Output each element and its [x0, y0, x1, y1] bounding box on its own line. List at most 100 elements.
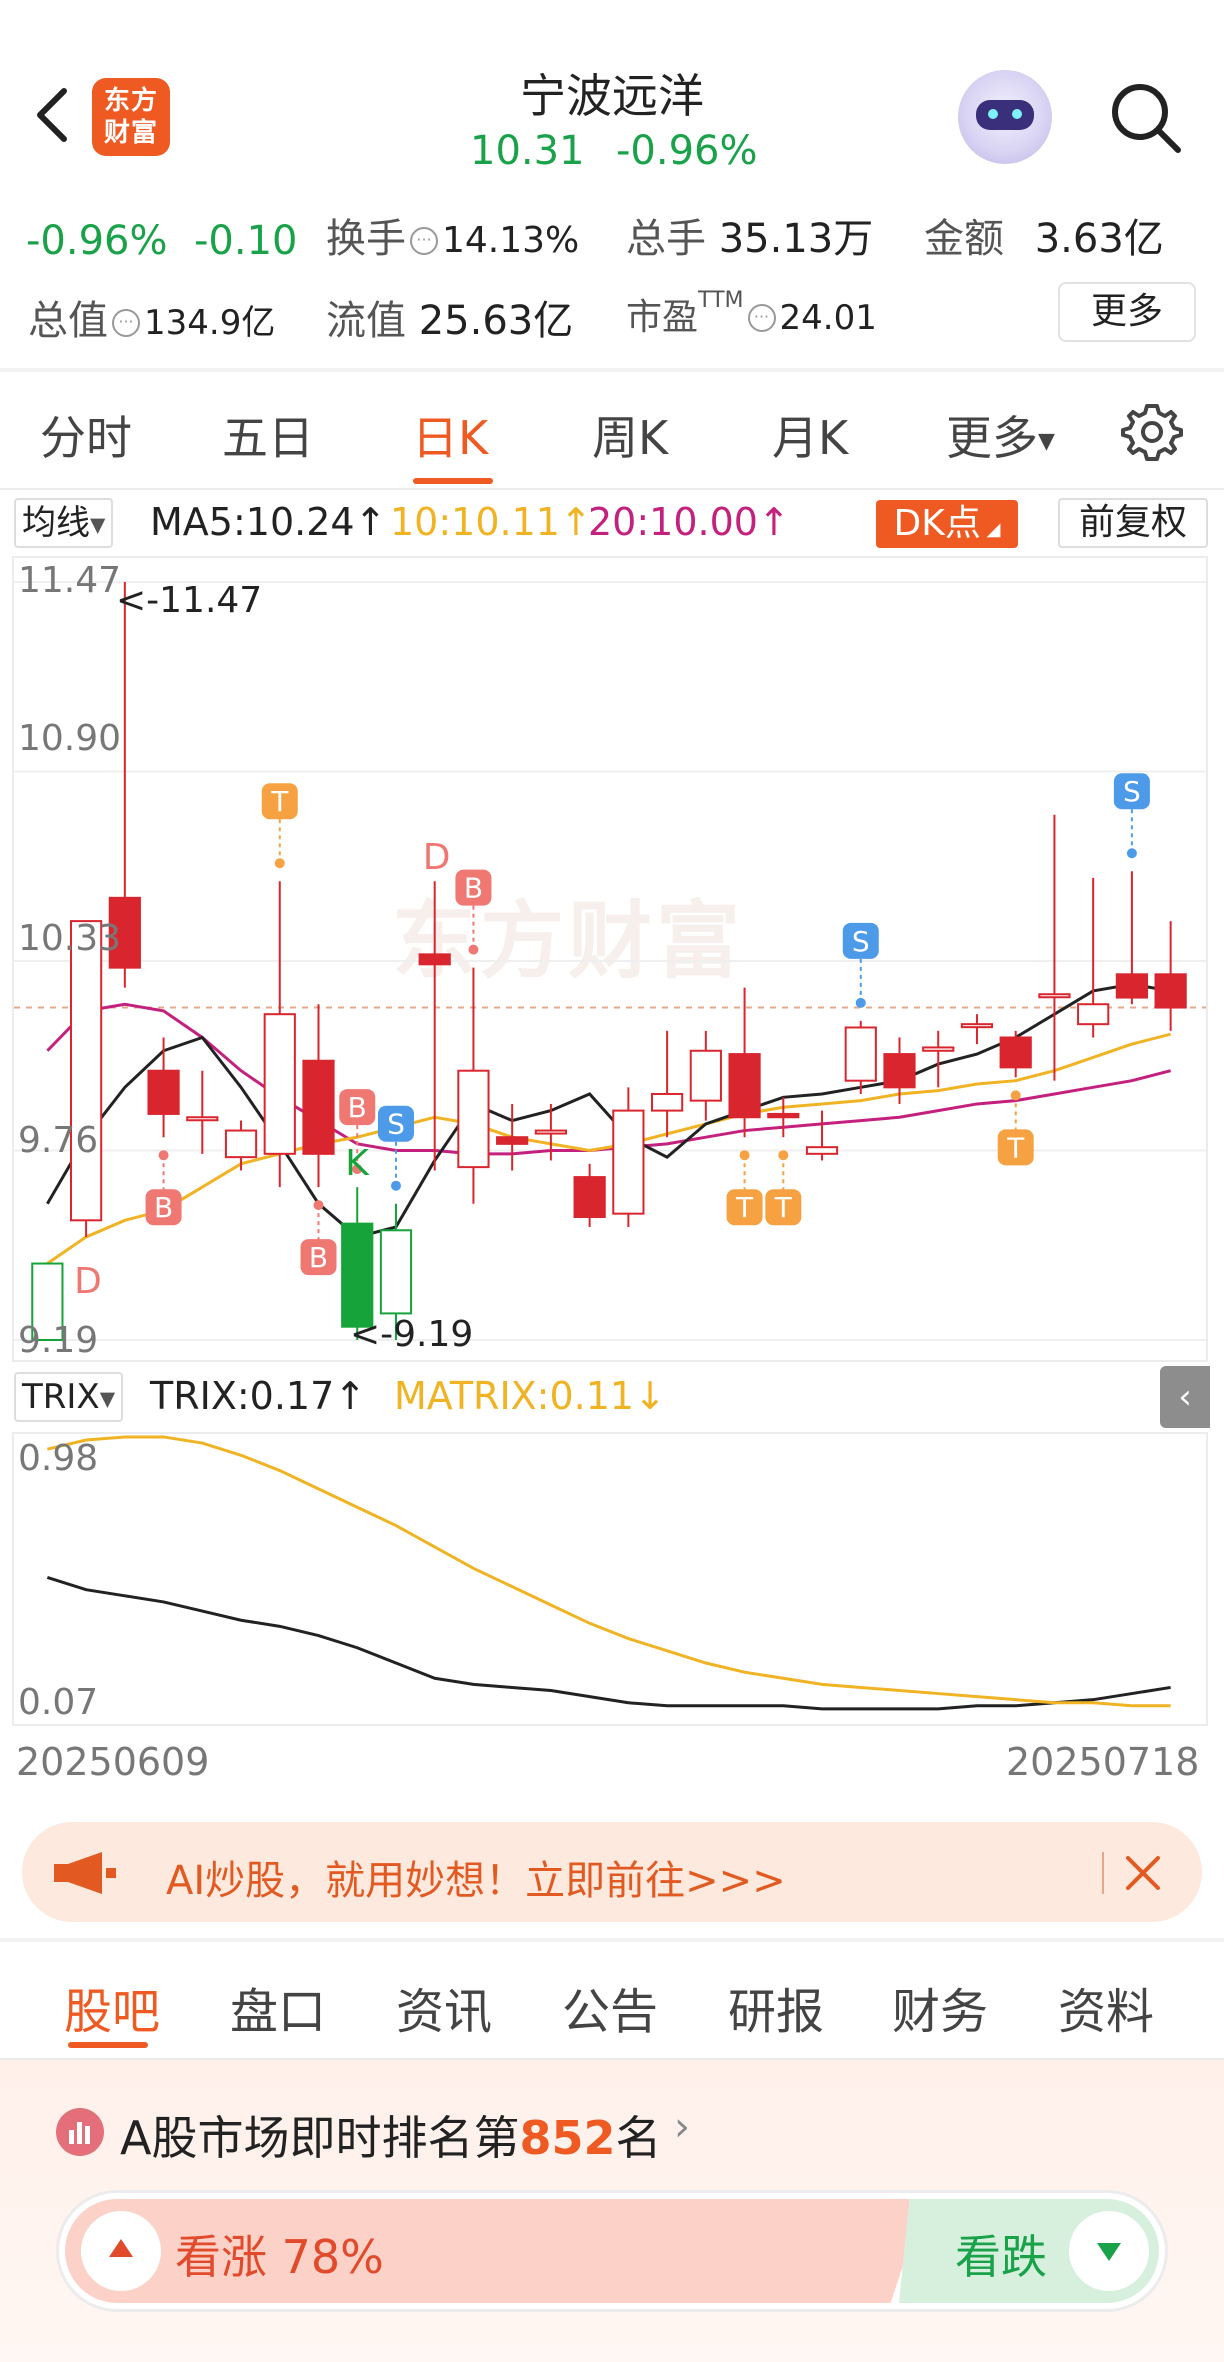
tab-news[interactable]: 资讯 [396, 1972, 492, 2042]
high-price-annotation: <-11.47 [116, 580, 263, 621]
tab-forum[interactable]: 股吧 [64, 1972, 160, 2042]
tab-profile[interactable]: 资料 [1058, 1972, 1154, 2042]
trix-svg [46, 1435, 1171, 1711]
candle-body [573, 1176, 606, 1218]
trix-line [46, 1576, 1171, 1711]
x-axis-start-date: 20250609 [16, 1740, 210, 1784]
dropdown-caret-icon: ▼ [90, 512, 106, 537]
ma5-line [46, 982, 1171, 1239]
more-stats-button[interactable]: 更多 [1058, 282, 1196, 342]
candle-body [379, 1229, 413, 1315]
ranking-chart-icon [56, 2108, 104, 2156]
signal-b-label: B [348, 1091, 367, 1124]
pe-value: 24.01 [779, 298, 877, 338]
ma-selector-label: 均线 [22, 503, 90, 543]
candle-body [341, 1222, 374, 1328]
adjustment-selector[interactable]: 前复权 [1058, 498, 1208, 548]
banner-text: AI炒股，就用妙想！立即前往>>> [166, 1858, 786, 1904]
amount-value: 3.63亿 [1034, 216, 1164, 262]
signal-t-label: T [774, 1191, 793, 1224]
signal-s-label: S [387, 1108, 405, 1141]
signal-s-label: S [1123, 775, 1141, 808]
search-icon[interactable] [1106, 78, 1186, 158]
tab-financials[interactable]: 财务 [892, 1972, 988, 2042]
tab-daily-k[interactable]: 日K [412, 402, 488, 468]
candle-body [1038, 993, 1071, 999]
candle-body [999, 1036, 1032, 1069]
pe-label: 市盈 [626, 297, 699, 338]
y-axis-label-min: 9.19 [18, 1320, 99, 1361]
turnover-stat: 换手 ··· 14.13% [326, 206, 579, 264]
candle-body [767, 1112, 800, 1119]
rank-suffix: 名 [615, 2111, 662, 2165]
total-cap-label: 总值 [28, 298, 108, 344]
tab-announcements[interactable]: 公告 [562, 1972, 658, 2042]
matrix-line [47, 1435, 1171, 1708]
tab-order-book[interactable]: 盘口 [230, 1972, 326, 2042]
total-cap-value: 134.9亿 [144, 303, 276, 343]
header-change-pct: -0.96% [616, 128, 758, 174]
ma-legend-row: 均线▼ MA5:10.24↑ 10:10.11↑ 20:10.00↑ DK点 ◢… [0, 492, 1224, 556]
tab-research[interactable]: 研报 [728, 1972, 824, 2042]
dk-point-button[interactable]: DK点 ◢ [876, 500, 1018, 548]
ma10-value: 10:10.11↑ [390, 500, 592, 544]
gear-icon[interactable] [1120, 400, 1184, 464]
volume-label: 总手 [626, 216, 706, 262]
signal-k-label: K [345, 1143, 370, 1184]
float-cap-label: 流值 [326, 298, 406, 344]
tab-weekly-k[interactable]: 周K [592, 402, 668, 468]
info-icon[interactable]: ··· [112, 309, 140, 337]
kline-chart[interactable]: 东方财富 DBTBBKSDBTTSTS 11.47 10.90 10.33 9.… [12, 556, 1208, 1362]
candle-body [805, 1146, 839, 1155]
bullish-vote-label: 看涨 78% [175, 2230, 384, 2284]
signal-dot [274, 858, 285, 869]
signal-s-label: S [852, 925, 870, 958]
candle-body [883, 1053, 916, 1089]
low-price-annotation: <-9.19 [350, 1314, 474, 1355]
signal-dot [739, 1150, 750, 1161]
y-axis-label-max: 11.47 [18, 560, 122, 601]
pe-stat: 市盈TTM··· 24.01 [626, 288, 877, 340]
dk-point-label: DK点 [893, 503, 981, 544]
tab-five-day[interactable]: 五日 [222, 402, 314, 468]
bullish-vote-button[interactable] [81, 2211, 161, 2291]
rank-prefix: A股市场即时排名第 [120, 2111, 520, 2165]
trix-chart[interactable]: 0.98 0.07 [12, 1432, 1208, 1726]
bearish-vote-label: 看跌 [955, 2230, 1047, 2284]
tab-monthly-k[interactable]: 月K [772, 402, 848, 468]
info-icon[interactable]: ··· [410, 227, 438, 255]
candle-body [844, 1026, 877, 1082]
tab-more-periods[interactable]: 更多▼ [946, 402, 1055, 468]
trix-y-label-max: 0.98 [18, 1438, 99, 1479]
kline-svg: DBTBBKSDBT TSTS [14, 581, 1206, 1342]
tab-more-label: 更多 [946, 411, 1038, 465]
amount-label: 金额 [924, 216, 1004, 262]
bearish-vote-button[interactable] [1069, 2211, 1149, 2291]
header-price: 10.31 [470, 128, 585, 174]
rank-number: 852 [519, 2111, 616, 2165]
info-icon[interactable]: ··· [747, 304, 776, 332]
volume-stat: 总手 35.13万 [626, 206, 873, 264]
matrix-value: MATRIX:0.11↓ [394, 1374, 666, 1418]
quote-change-pct: -0.96% [26, 218, 168, 264]
close-icon[interactable] [1122, 1852, 1164, 1894]
trix-value: TRIX:0.17↑ [150, 1374, 367, 1418]
ai-assistant-robot-icon[interactable] [958, 70, 1052, 164]
candle-body [1115, 973, 1149, 999]
indicator-selector-trix[interactable]: TRIX▼ [14, 1372, 124, 1422]
candle-body [922, 1046, 955, 1052]
signal-dot [1010, 1090, 1021, 1101]
dropdown-caret-icon: ▼ [99, 1386, 116, 1411]
tab-intraday[interactable]: 分时 [40, 402, 132, 468]
signal-dot [468, 944, 479, 955]
candle-body [496, 1136, 529, 1145]
market-rank-link[interactable]: A股市场即时排名第852名 [120, 2102, 662, 2168]
x-axis-end-date: 20250718 [1006, 1740, 1200, 1784]
active-tab-underline [413, 478, 493, 484]
indicator-selector-ma[interactable]: 均线▼ [14, 498, 114, 548]
collapse-panel-button[interactable]: ‹ [1160, 1366, 1210, 1428]
candle-body [69, 920, 103, 1222]
robot-eye [1012, 109, 1022, 119]
ai-promo-banner[interactable]: AI炒股，就用妙想！立即前往>>> [22, 1822, 1202, 1922]
triangle-down-icon [1097, 2243, 1121, 2261]
